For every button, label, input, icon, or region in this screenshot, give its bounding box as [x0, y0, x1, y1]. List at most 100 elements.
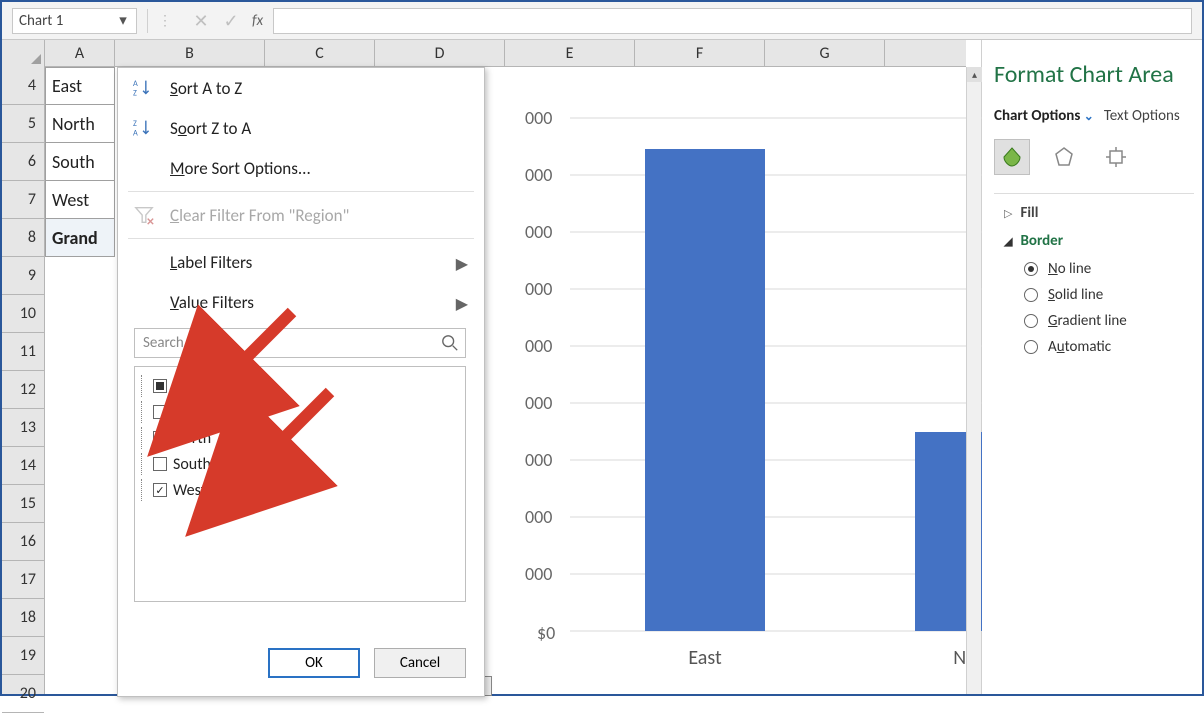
col-header-d[interactable]: D: [375, 40, 505, 67]
embedded-chart[interactable]: 000 000 000 000 000 000 000 000 000 $0: [425, 94, 951, 670]
filter-item-list: (Select All) East North South West: [134, 366, 466, 602]
menu-label: Clear Filter From "Region": [170, 205, 349, 226]
row-header[interactable]: 19: [2, 637, 44, 675]
column-headers: A B C D E F G: [2, 40, 966, 67]
checkbox-checked[interactable]: [153, 431, 167, 445]
col-header-c[interactable]: C: [265, 40, 375, 67]
row-header[interactable]: 15: [2, 485, 44, 523]
row-header[interactable]: 4: [2, 67, 44, 105]
vertical-scrollbar[interactable]: ▴: [966, 67, 981, 694]
formula-input[interactable]: [273, 8, 1192, 34]
filter-item-east[interactable]: East: [153, 399, 457, 425]
row-header[interactable]: 6: [2, 143, 44, 181]
col-header-b[interactable]: B: [115, 40, 265, 67]
checkbox-mixed[interactable]: [153, 379, 167, 393]
select-all-corner[interactable]: [2, 40, 45, 67]
menu-label: Soort Z to A: [170, 118, 251, 139]
row-header[interactable]: 10: [2, 295, 44, 333]
svg-text:000: 000: [525, 506, 552, 528]
column-a-cells: East North South West Grand: [45, 67, 115, 257]
chart-options-tab[interactable]: Chart Options ⌄: [994, 107, 1094, 125]
collapse-icon: ◢: [1004, 235, 1012, 248]
sort-asc-icon: AZ: [132, 77, 156, 99]
fx-icon[interactable]: fx: [252, 12, 263, 30]
row-headers: 4 5 6 7 8 9 10 11 12 13 14 15 16 17 18 1…: [2, 67, 45, 694]
filter-search-input[interactable]: Search: [134, 328, 466, 358]
checkbox-checked[interactable]: [153, 483, 167, 497]
checkbox[interactable]: [153, 405, 167, 419]
col-header-e[interactable]: E: [505, 40, 635, 67]
row-header[interactable]: 11: [2, 333, 44, 371]
expand-icon: ▷: [1004, 207, 1012, 220]
cell[interactable]: East: [45, 67, 115, 105]
chevron-down-icon: ⌄: [1084, 110, 1094, 124]
sort-desc-icon: ZA: [132, 117, 156, 139]
category-icons: [994, 139, 1202, 175]
row-header[interactable]: 5: [2, 105, 44, 143]
row-header[interactable]: 7: [2, 181, 44, 219]
svg-text:000: 000: [525, 221, 552, 243]
row-header[interactable]: 9: [2, 257, 44, 295]
cancel-button[interactable]: Cancel: [374, 648, 466, 678]
col-header-g[interactable]: G: [765, 40, 885, 67]
svg-text:East: East: [688, 646, 722, 670]
more-sort-options[interactable]: More Sort Options...: [118, 148, 484, 188]
checkbox[interactable]: [153, 457, 167, 471]
row-header[interactable]: 14: [2, 447, 44, 485]
effects-icon[interactable]: [1046, 139, 1082, 175]
svg-text:000: 000: [525, 449, 552, 471]
fill-line-icon[interactable]: [994, 139, 1030, 175]
bar-east: [645, 149, 765, 631]
name-box-dropdown-icon[interactable]: ▾: [114, 12, 132, 30]
menu-label: Label Filters: [170, 252, 252, 273]
border-section[interactable]: ◢Border: [1004, 232, 1202, 250]
filter-item-north[interactable]: North: [153, 425, 457, 451]
svg-text:Z: Z: [133, 88, 137, 98]
row-header[interactable]: 20: [2, 675, 44, 713]
radio-label: Solid line: [1048, 286, 1103, 304]
ok-button[interactable]: OK: [268, 648, 360, 678]
filter-item-select-all[interactable]: (Select All): [153, 373, 457, 399]
filter-item-south[interactable]: South: [153, 451, 457, 477]
size-properties-icon[interactable]: [1098, 139, 1134, 175]
svg-text:000: 000: [525, 335, 552, 357]
sort-a-to-z[interactable]: AZ Sort A to Z: [118, 68, 484, 108]
cell-grand-total[interactable]: Grand: [45, 219, 115, 257]
filter-item-west[interactable]: West: [153, 477, 457, 503]
ok-label: OK: [305, 654, 323, 672]
svg-text:$0: $0: [537, 622, 555, 644]
automatic-option[interactable]: Automatic: [1024, 338, 1202, 356]
sort-z-to-a[interactable]: ZA Soort Z to A: [118, 108, 484, 148]
cell[interactable]: West: [45, 181, 115, 219]
col-header-a[interactable]: A: [45, 40, 115, 67]
scroll-up-icon[interactable]: ▴: [967, 67, 982, 82]
chevron-right-icon: ▶: [456, 294, 468, 314]
filter-item-label: South: [173, 455, 211, 474]
row-header[interactable]: 8: [2, 219, 44, 257]
menu-label: Sort A to Z: [170, 78, 242, 99]
svg-text:000: 000: [525, 392, 552, 414]
radio[interactable]: [1024, 288, 1038, 302]
row-header[interactable]: 13: [2, 409, 44, 447]
svg-text:000: 000: [525, 107, 552, 129]
name-box[interactable]: Chart 1 ▾: [12, 8, 137, 34]
fill-section[interactable]: ▷Fill: [1004, 204, 1202, 222]
row-header[interactable]: 16: [2, 523, 44, 561]
clear-filter: Clear Filter From "Region": [118, 195, 484, 235]
radio[interactable]: [1024, 340, 1038, 354]
row-header[interactable]: 12: [2, 371, 44, 409]
text-options-tab[interactable]: Text Options: [1104, 107, 1180, 125]
label-filters[interactable]: Label Filters ▶: [118, 242, 484, 282]
pivot-filter-menu: AZ Sort A to Z ZA Soort Z to A More Sort…: [117, 67, 485, 697]
cell[interactable]: South: [45, 143, 115, 181]
radio[interactable]: [1024, 314, 1038, 328]
radio-on[interactable]: [1024, 262, 1038, 276]
gradient-line-option[interactable]: Gradient line: [1024, 312, 1202, 330]
col-header-f[interactable]: F: [635, 40, 765, 67]
no-line-option[interactable]: No line: [1024, 260, 1202, 278]
solid-line-option[interactable]: Solid line: [1024, 286, 1202, 304]
value-filters[interactable]: Value Filters ▶: [118, 282, 484, 322]
row-header[interactable]: 17: [2, 561, 44, 599]
cell[interactable]: North: [45, 105, 115, 143]
row-header[interactable]: 18: [2, 599, 44, 637]
